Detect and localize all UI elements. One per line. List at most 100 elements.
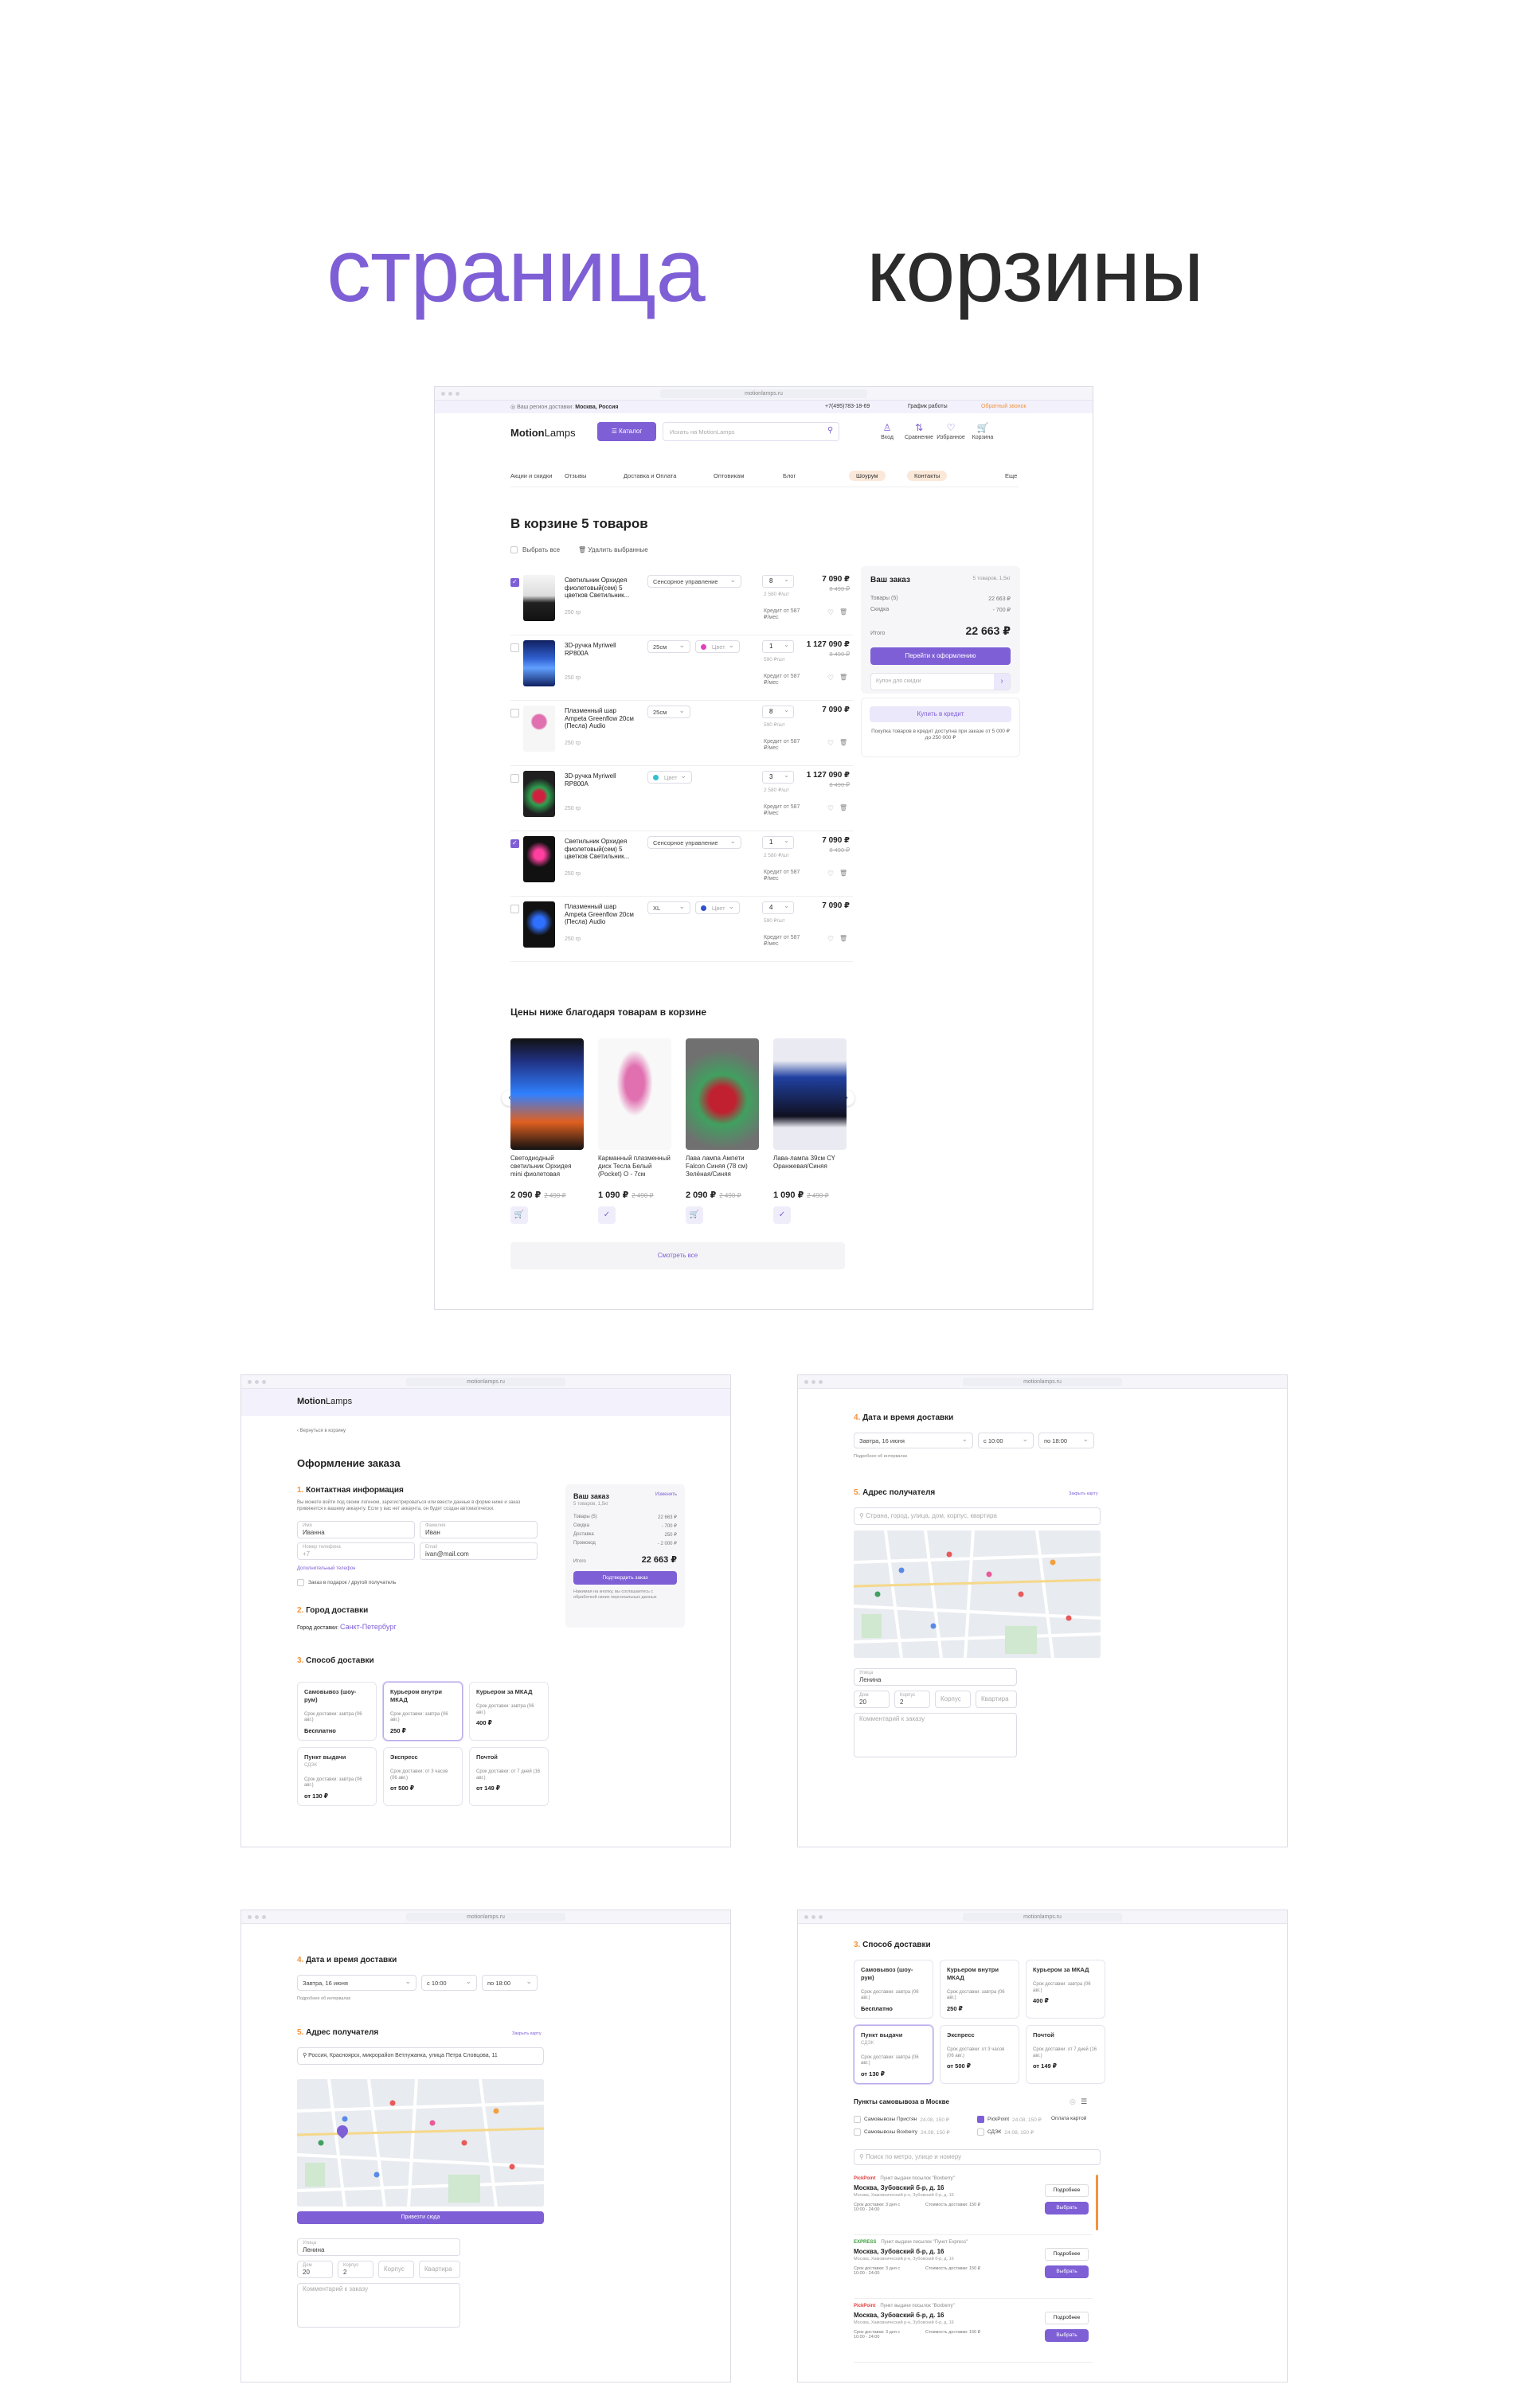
item-image[interactable] bbox=[523, 901, 555, 948]
item-image[interactable] bbox=[523, 706, 555, 752]
item-checkbox[interactable] bbox=[510, 839, 519, 848]
item-image[interactable] bbox=[523, 836, 555, 882]
time-to-select[interactable]: по 18:00 bbox=[482, 1975, 538, 1991]
product-image[interactable] bbox=[598, 1038, 671, 1150]
flat-field[interactable]: Квартира bbox=[419, 2261, 460, 2278]
favorite-icon[interactable]: ♡ bbox=[827, 804, 834, 813]
filter-checkbox[interactable] bbox=[977, 2116, 984, 2123]
favorite-icon[interactable]: ♡ bbox=[827, 870, 834, 878]
date-select[interactable]: Завтра, 16 июня bbox=[297, 1975, 416, 1991]
checkout-button[interactable]: Перейти к оформлению bbox=[870, 647, 1011, 665]
header-user-button[interactable]: ♙ Вход bbox=[871, 422, 903, 440]
reco-product[interactable]: Светодиодный светильник Орхидея mini фио… bbox=[510, 1038, 584, 1224]
item-option-select[interactable]: XL bbox=[647, 901, 690, 914]
delivery-method-card[interactable]: Экспресс Срок доставки: от 3 часов (06 ав… bbox=[940, 2025, 1019, 2084]
city-link[interactable]: Санкт-Петербург bbox=[340, 1623, 397, 1631]
building-field[interactable]: Корпус 2 bbox=[338, 2261, 373, 2278]
logo[interactable]: MotionLamps bbox=[510, 427, 576, 439]
item-name[interactable]: Плазменный шар Ampeta Greenflow 20см (Пе… bbox=[565, 707, 636, 730]
product-name[interactable]: Лава лампа Ампети Falcon Синяя (78 см) З… bbox=[686, 1155, 759, 1186]
item-checkbox[interactable] bbox=[510, 905, 519, 913]
catalog-button[interactable]: ☰ Каталог bbox=[597, 422, 656, 441]
pickup-filter[interactable]: Оплата картой bbox=[1051, 2116, 1086, 2121]
product-image[interactable] bbox=[773, 1038, 847, 1150]
logo[interactable]: MotionLamps bbox=[297, 1397, 352, 1406]
item-name[interactable]: Плазменный шар Ampeta Greenflow 20см (Пе… bbox=[565, 903, 636, 926]
callback-link[interactable]: Обратный звонок bbox=[981, 404, 1027, 409]
building-field[interactable]: Корпус 2 bbox=[894, 1691, 930, 1708]
check-icon[interactable]: ✓ bbox=[598, 1206, 616, 1224]
pickup-filter[interactable]: СДЭК 24.08, 150 ₽ bbox=[977, 2128, 1034, 2136]
intervals-link[interactable]: Подробнее об интервалах bbox=[297, 1996, 350, 2001]
delivery-method-card[interactable]: Курьером за МКАД Срок доставки: завтра (0… bbox=[469, 1682, 549, 1741]
pickup-filter[interactable]: Самовывозы Пристян 24.08, 150 ₽ bbox=[854, 2116, 949, 2123]
item-name[interactable]: Светильник Орхидея фиолетовый(сем) 5 цве… bbox=[565, 838, 636, 861]
select-all[interactable]: Выбрать все bbox=[510, 546, 560, 554]
map[interactable] bbox=[854, 1530, 1101, 1658]
trash-icon[interactable]: 🗑 bbox=[839, 739, 847, 746]
item-color-select[interactable]: Цвет bbox=[695, 901, 740, 914]
product-image[interactable] bbox=[510, 1038, 584, 1150]
header-cart-button[interactable]: 🛒 Корзина bbox=[967, 422, 999, 440]
time-from-select[interactable]: с 10:00 bbox=[421, 1975, 477, 1991]
delivery-method-card[interactable]: Почтой Срок доставки: от 7 дней (16 авг.)… bbox=[469, 1747, 549, 1806]
item-checkbox[interactable] bbox=[510, 709, 519, 717]
comment-field[interactable]: Комментарий к заказу bbox=[854, 1713, 1017, 1757]
phone-number[interactable]: +7(495)783-18-69 bbox=[825, 404, 870, 409]
pickup-filter[interactable]: Самовывозы Boxberry 24.08, 150 ₽ bbox=[854, 2128, 950, 2136]
house-field[interactable]: Дом 20 bbox=[297, 2261, 333, 2278]
item-image[interactable] bbox=[523, 771, 555, 817]
item-option-select[interactable]: 25см bbox=[647, 640, 690, 653]
time-from-select[interactable]: с 10:00 bbox=[978, 1433, 1034, 1448]
address-search-input[interactable]: ⚲ Россия, Красноярск, микрорайон Ветлужа… bbox=[297, 2047, 544, 2065]
item-option-select[interactable]: 25см bbox=[647, 706, 690, 718]
product-name[interactable]: Карманный плазменный диск Тесла Белый (P… bbox=[598, 1155, 671, 1186]
quantity-select[interactable]: 8 bbox=[762, 705, 794, 718]
reco-product[interactable]: Лава лампа Ампети Falcon Синяя (78 см) З… bbox=[686, 1038, 759, 1224]
trash-icon[interactable]: 🗑 bbox=[839, 935, 847, 942]
coupon-input[interactable]: Купон для скидки bbox=[871, 674, 994, 690]
delivery-method-card[interactable]: Экспресс Срок доставки: от 3 часов (06 ав… bbox=[383, 1747, 463, 1806]
delivery-method-card[interactable]: Пункт выдачи СДЭК Срок доставки: завтра (0… bbox=[297, 1747, 377, 1806]
first-name-field[interactable]: Имя Иванна bbox=[297, 1521, 415, 1538]
product-image[interactable] bbox=[686, 1038, 759, 1150]
nav-item[interactable]: Акции и скидки bbox=[510, 472, 552, 479]
house-field[interactable]: Дом 20 bbox=[854, 1691, 890, 1708]
item-color-select[interactable]: Цвет bbox=[695, 640, 740, 653]
comment-field[interactable]: Комментарий к заказу bbox=[297, 2283, 460, 2328]
time-to-select[interactable]: по 18:00 bbox=[1038, 1433, 1094, 1448]
product-name[interactable]: Лава-лампа 39см СҮ Оранжевая/Синяя bbox=[773, 1155, 847, 1186]
coupon-apply-button[interactable]: › bbox=[994, 674, 1010, 690]
region-selector[interactable]: ◎ Ваш регион доставки: Москва, Россия bbox=[510, 404, 619, 410]
deliver-here-button[interactable]: Привезти сюда bbox=[297, 2211, 544, 2224]
map-view-icon[interactable]: ◎ bbox=[1070, 2097, 1076, 2106]
intervals-link[interactable]: Подробнее об интервалах bbox=[854, 1454, 907, 1459]
delivery-method-card[interactable]: Самовывоз (шоу-рум) Срок доставки: завтра… bbox=[297, 1682, 377, 1741]
work-hours-link[interactable]: График работы bbox=[908, 404, 948, 409]
item-checkbox[interactable] bbox=[510, 578, 519, 587]
delete-selected[interactable]: 🗑 Удалить выбранные bbox=[578, 546, 648, 553]
nav-item[interactable]: Отзывы bbox=[565, 472, 586, 479]
quantity-select[interactable]: 1 bbox=[762, 835, 794, 849]
item-checkbox[interactable] bbox=[510, 774, 519, 783]
pickup-point[interactable]: EXPRESS Пункт выдачи посылок "Пункт Expre… bbox=[854, 2237, 1093, 2299]
date-select[interactable]: Завтра, 16 июня bbox=[854, 1433, 973, 1448]
address-bar[interactable]: motionlamps.ru bbox=[406, 1913, 565, 1921]
header-heart-button[interactable]: ♡ Избранное bbox=[935, 422, 967, 440]
quantity-select[interactable]: 1 bbox=[762, 639, 794, 653]
product-name[interactable]: Светодиодный светильник Орхидея mini фио… bbox=[510, 1155, 584, 1186]
trash-icon[interactable]: 🗑 bbox=[839, 674, 847, 681]
address-bar[interactable]: motionlamps.ru bbox=[963, 1913, 1122, 1921]
header-compare-button[interactable]: ⇅ Сравнение bbox=[903, 422, 935, 440]
details-button[interactable]: Подробнее bbox=[1045, 2312, 1089, 2324]
gift-checkbox[interactable]: Заказ в подарок / другой получатель bbox=[297, 1579, 396, 1586]
street-field[interactable]: Улица Ленина bbox=[297, 2238, 460, 2256]
email-field[interactable]: Email ivan@mail.com bbox=[420, 1542, 538, 1560]
last-name-field[interactable]: Фамилия Иван bbox=[420, 1521, 538, 1538]
entrance-field[interactable]: Корпус bbox=[378, 2261, 414, 2278]
back-to-cart-link[interactable]: ‹ Вернуться в корзину bbox=[297, 1429, 346, 1433]
close-map-link[interactable]: Закрыть карту bbox=[512, 2031, 542, 2036]
quantity-select[interactable]: 8 bbox=[762, 574, 794, 588]
select-point-button[interactable]: Выбрать bbox=[1045, 2265, 1089, 2278]
address-bar[interactable]: motionlamps.ru bbox=[660, 389, 867, 398]
